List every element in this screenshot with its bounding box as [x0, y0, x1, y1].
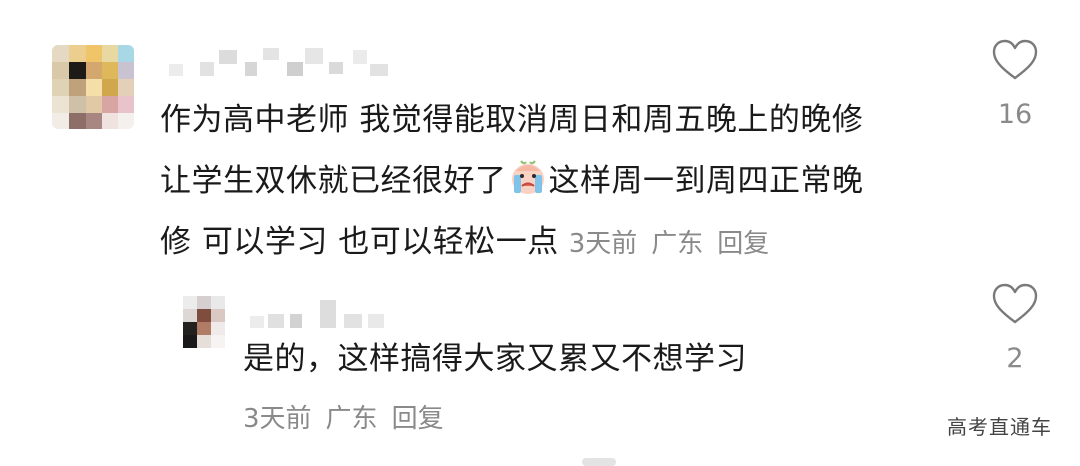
comment-like: 16 [990, 39, 1040, 130]
reply-like: 2 [990, 283, 1040, 374]
heart-outline-icon[interactable] [992, 283, 1038, 325]
reply-body: 是的，这样搞得大家又累又不想学习 [243, 341, 747, 377]
comment-line-3-text: 这样周一到周四正常晚 [548, 163, 864, 199]
comment-line-4-text: 修 可以学习 也可以轻松一点 [160, 224, 559, 260]
reply-avatar[interactable] [183, 296, 225, 348]
comment-reply-button[interactable]: 回复 [717, 229, 769, 259]
reply-time: 3天前 [243, 404, 312, 434]
commenter-name[interactable] [165, 44, 395, 80]
comment-location: 广东 [651, 229, 704, 259]
commenter-avatar[interactable] [52, 45, 134, 129]
comment-time: 3天前 [568, 229, 638, 259]
comment-body: 作为高中老师 我觉得能取消周日和周五晚上的晚修 让学生双休就已经很好了 这样周一… [160, 90, 970, 275]
reply-location: 广东 [325, 404, 378, 434]
reply-reply-button[interactable]: 回复 [392, 404, 444, 434]
heart-outline-icon[interactable] [992, 39, 1038, 81]
reply-like-count: 2 [1006, 343, 1024, 374]
crying-face-emoji-icon [511, 160, 544, 194]
comment-line-2-text: 让学生双休就已经很好了 [160, 163, 507, 199]
comment-line-4: 修 可以学习 也可以轻松一点 3天前 广东 回复 [160, 212, 970, 275]
comment-like-count: 16 [997, 99, 1033, 130]
comment-line-1: 作为高中老师 我觉得能取消周日和周五晚上的晚修 [160, 102, 864, 138]
comment-line-2: 让学生双休就已经很好了 这样周一到周四正常晚 [160, 151, 970, 212]
comment-meta: 3天前 广东 回复 [569, 229, 784, 259]
reply-name[interactable] [244, 296, 394, 332]
reply-meta: 3天前 广东 回复 [243, 398, 458, 435]
watermark: 高考直通车 [947, 415, 1052, 439]
